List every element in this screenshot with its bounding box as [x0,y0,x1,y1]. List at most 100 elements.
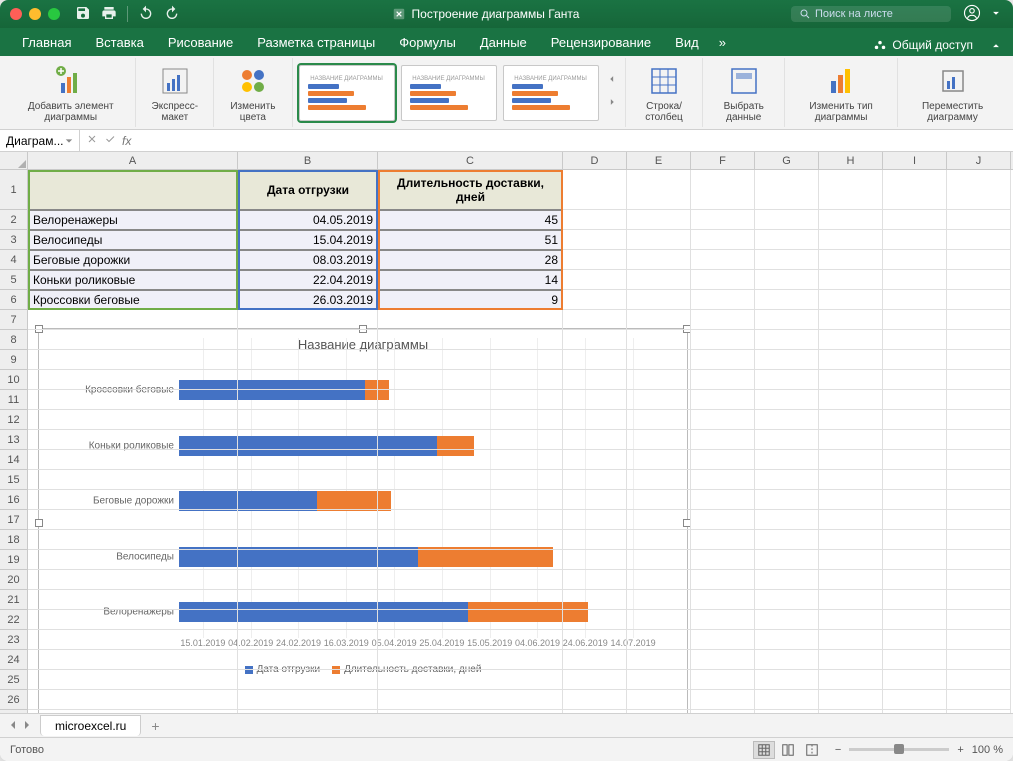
table-cell[interactable]: 14 [378,270,563,290]
cell[interactable] [819,230,883,250]
style-next-icon[interactable] [605,95,619,114]
cell[interactable] [691,310,755,330]
table-cell[interactable]: 15.04.2019 [238,230,378,250]
cell[interactable] [627,450,691,470]
cell[interactable] [28,390,238,410]
cell[interactable] [563,410,627,430]
search-field[interactable]: Поиск на листе [791,6,951,22]
cell[interactable] [627,630,691,650]
cell[interactable] [563,390,627,410]
cell[interactable] [819,630,883,650]
cell[interactable] [691,530,755,550]
cell[interactable] [883,630,947,650]
cell[interactable] [755,630,819,650]
row-header[interactable]: 15 [0,470,27,490]
cell[interactable] [947,550,1011,570]
column-header[interactable]: G [755,152,819,169]
cell[interactable] [755,490,819,510]
cell[interactable] [947,470,1011,490]
cell[interactable] [691,450,755,470]
cell[interactable] [755,270,819,290]
cell[interactable] [378,510,563,530]
cell[interactable] [691,690,755,710]
cell[interactable] [28,410,238,430]
cell[interactable] [563,290,627,310]
maximize-button[interactable] [48,8,60,20]
cell[interactable] [28,450,238,470]
cell[interactable] [563,470,627,490]
column-header[interactable]: I [883,152,947,169]
cell[interactable] [238,530,378,550]
cell[interactable] [627,230,691,250]
cell[interactable] [691,170,755,210]
cell[interactable] [883,410,947,430]
table-cell[interactable]: Беговые дорожки [28,250,238,270]
cell[interactable] [627,530,691,550]
cell[interactable] [883,570,947,590]
row-header[interactable]: 10 [0,370,27,390]
cell[interactable] [691,290,755,310]
chart-style-3[interactable]: НАЗВАНИЕ ДИАГРАММЫ [503,65,599,121]
row-header[interactable]: 14 [0,450,27,470]
cell[interactable] [691,710,755,713]
cell[interactable] [819,490,883,510]
tab-insert[interactable]: Вставка [83,29,155,56]
cell[interactable] [627,410,691,430]
cell[interactable] [691,410,755,430]
cell[interactable] [378,430,563,450]
cancel-formula-icon[interactable] [86,133,98,148]
cell[interactable] [947,370,1011,390]
column-header[interactable]: B [238,152,378,169]
chart-style-2[interactable]: НАЗВАНИЕ ДИАГРАММЫ [401,65,497,121]
cell[interactable] [378,310,563,330]
column-header[interactable]: J [947,152,1011,169]
cell[interactable] [627,350,691,370]
tab-page-layout[interactable]: Разметка страницы [245,29,387,56]
cell[interactable] [755,370,819,390]
row-header[interactable]: 25 [0,670,27,690]
cell[interactable] [28,650,238,670]
cell[interactable] [755,410,819,430]
select-all-corner[interactable] [0,152,28,170]
cell[interactable] [947,430,1011,450]
table-cell[interactable]: Коньки роликовые [28,270,238,290]
column-header[interactable]: H [819,152,883,169]
undo-icon[interactable] [138,5,154,24]
cell[interactable] [563,310,627,330]
cell[interactable] [947,170,1011,210]
table-cell[interactable]: 28 [378,250,563,270]
column-header[interactable]: A [28,152,238,169]
cell[interactable] [238,470,378,490]
cell[interactable] [819,390,883,410]
row-header[interactable]: 9 [0,350,27,370]
cell[interactable] [563,250,627,270]
cell[interactable] [819,250,883,270]
cell[interactable] [691,570,755,590]
table-cell[interactable]: 26.03.2019 [238,290,378,310]
cell[interactable] [28,510,238,530]
row-header[interactable]: 22 [0,610,27,630]
cell[interactable] [563,690,627,710]
sheet-nav-next-icon[interactable] [22,719,32,733]
cell[interactable] [691,210,755,230]
row-header[interactable]: 11 [0,390,27,410]
cell[interactable] [947,530,1011,550]
row-header[interactable]: 23 [0,630,27,650]
share-button[interactable]: Общий доступ [865,34,981,56]
row-header[interactable]: 7 [0,310,27,330]
cell[interactable] [883,390,947,410]
row-header[interactable]: 27 [0,710,27,713]
cell[interactable] [627,590,691,610]
cell[interactable] [563,610,627,630]
row-header[interactable]: 3 [0,230,27,250]
cell[interactable] [755,590,819,610]
cell[interactable] [755,390,819,410]
cell[interactable] [947,330,1011,350]
cell[interactable] [883,550,947,570]
row-header[interactable]: 21 [0,590,27,610]
cell[interactable] [819,210,883,230]
minimize-button[interactable] [29,8,41,20]
cell[interactable] [755,350,819,370]
cell[interactable] [691,270,755,290]
cell[interactable] [627,270,691,290]
